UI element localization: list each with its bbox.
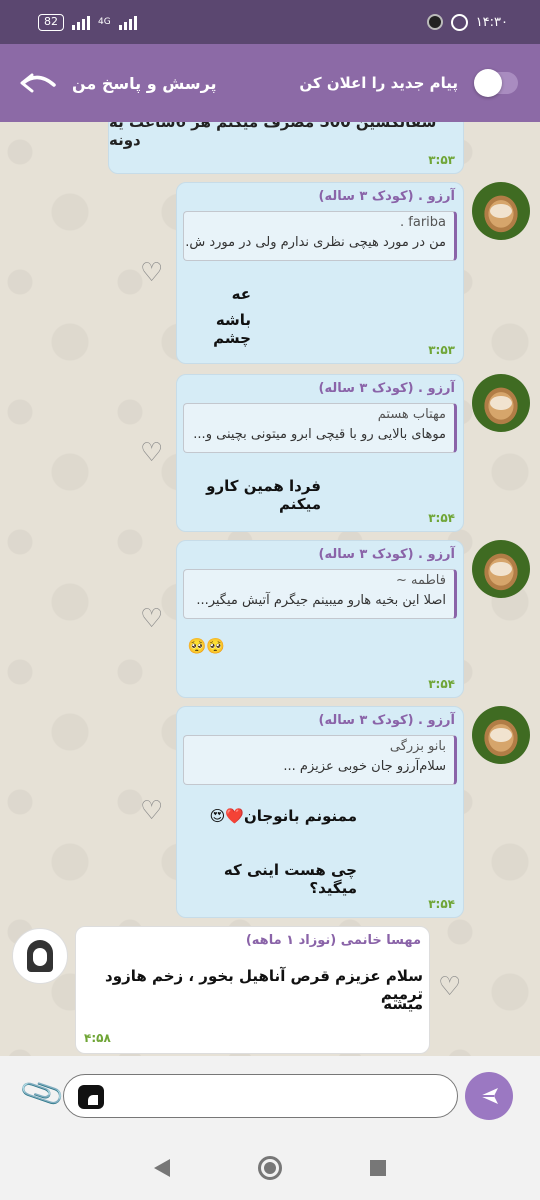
message-bubble[interactable]: آرزو . (کودک ۳ ساله) بانو بزرگی سلام‌آرز… bbox=[176, 706, 464, 918]
status-left: 82 4G bbox=[38, 13, 137, 31]
app-bar: پرسش و پاسخ من پیام جدید را اعلان کن bbox=[0, 44, 540, 122]
send-icon bbox=[480, 1088, 498, 1104]
heart-icon[interactable]: ♡ bbox=[140, 260, 163, 286]
notify-toggle[interactable] bbox=[474, 69, 518, 97]
message-input[interactable] bbox=[63, 1074, 458, 1118]
message-text: 🥺🥺 bbox=[187, 637, 225, 655]
attach-icon[interactable]: 📎 bbox=[18, 1069, 68, 1118]
message-time: ۳:۵۴ bbox=[428, 897, 455, 911]
app-bar-left: پرسش و پاسخ من bbox=[20, 71, 217, 95]
input-bar: 📎 bbox=[0, 1056, 540, 1136]
message-text: سفالکسین 500 مصرف میکنم هر 6ساعت یه دونه bbox=[109, 122, 437, 149]
message-time: ۳:۵۴ bbox=[428, 511, 455, 525]
reply-quote[interactable]: fariba . من در مورد هیچی نظری ندارم ولی … bbox=[183, 211, 457, 261]
app-bar-right: پیام جدید را اعلان کن bbox=[299, 69, 518, 97]
message-bubble[interactable]: مهسا خانمی (نوزاد ۱ ماهه) سلام عزیزم قرص… bbox=[75, 926, 430, 1054]
message-time: ۳:۵۳ bbox=[428, 153, 455, 167]
reply-author: فاطمه ~ bbox=[395, 573, 446, 588]
message-text: چی هست اینی که میگید؟ bbox=[223, 861, 357, 897]
alarm-icon bbox=[450, 13, 468, 31]
reply-quote[interactable]: بانو بزرگی سلام‌آرزو جان خوبی عزیزم ... bbox=[183, 735, 457, 785]
reply-quote[interactable]: فاطمه ~ اصلا این بخیه هارو میبینم جیگرم … bbox=[183, 569, 457, 619]
message-time: ۳:۵۴ bbox=[428, 677, 455, 691]
reply-author: مهتاب هستم bbox=[377, 407, 446, 422]
message-text: سلام عزیزم قرص آناهیل بخور ، زخم هازود ت… bbox=[105, 967, 423, 1003]
chat-area[interactable]: سفالکسین 500 مصرف میکنم هر 6ساعت یه دونه… bbox=[0, 122, 540, 1056]
back-nav-icon[interactable] bbox=[154, 1159, 170, 1177]
signal-icon bbox=[72, 14, 90, 30]
status-bar: 82 4G ۱۴:۳۰ bbox=[0, 0, 540, 44]
avatar[interactable] bbox=[12, 928, 68, 984]
user-avatar-icon bbox=[27, 940, 53, 972]
send-button[interactable] bbox=[465, 1072, 513, 1120]
status-right: ۱۴:۳۰ bbox=[426, 13, 508, 31]
reply-text: اصلا این بخیه هارو میبینم جیگرم آتیش میگ… bbox=[196, 593, 446, 608]
message-text: میشه bbox=[383, 995, 423, 1013]
heart-icon[interactable]: ♡ bbox=[438, 974, 461, 1000]
sticker-icon[interactable] bbox=[78, 1085, 104, 1109]
message-time: ۳:۵۳ bbox=[428, 343, 455, 357]
notification-dot-icon bbox=[426, 14, 443, 30]
notify-label: پیام جدید را اعلان کن bbox=[299, 74, 458, 92]
avatar[interactable] bbox=[472, 706, 530, 764]
reply-text: موهای بالایی رو با قیچی ابرو میتونی بچین… bbox=[193, 427, 446, 442]
signal-icon-2 bbox=[118, 14, 137, 30]
battery-indicator: 82 bbox=[38, 13, 64, 31]
message-bubble[interactable]: آرزو . (کودک ۳ ساله) fariba . من در مورد… bbox=[176, 182, 464, 364]
reply-text: سلام‌آرزو جان خوبی عزیزم ... bbox=[283, 759, 446, 774]
message-bubble[interactable]: سفالکسین 500 مصرف میکنم هر 6ساعت یه دونه… bbox=[108, 122, 464, 174]
message-bubble[interactable]: آرزو . (کودک ۳ ساله) مهتاب هستم موهای با… bbox=[176, 374, 464, 532]
page-title: پرسش و پاسخ من bbox=[72, 73, 217, 93]
reply-author: fariba . bbox=[400, 215, 446, 230]
avatar[interactable] bbox=[472, 540, 530, 598]
sender-name: مهسا خانمی (نوزاد ۱ ماهه) bbox=[245, 933, 421, 948]
sender-name: آرزو . (کودک ۳ ساله) bbox=[318, 713, 456, 728]
toggle-knob bbox=[474, 69, 502, 97]
avatar[interactable] bbox=[472, 182, 530, 240]
message-bubble[interactable]: آرزو . (کودک ۳ ساله) فاطمه ~ اصلا این بخ… bbox=[176, 540, 464, 698]
sender-name: آرزو . (کودک ۳ ساله) bbox=[318, 189, 456, 204]
heart-icon[interactable]: ♡ bbox=[140, 606, 163, 632]
sender-name: آرزو . (کودک ۳ ساله) bbox=[318, 381, 456, 396]
avatar[interactable] bbox=[472, 374, 530, 432]
recent-apps-icon[interactable] bbox=[370, 1160, 386, 1176]
message-text: باشه چشم bbox=[213, 311, 251, 347]
message-text: عه bbox=[231, 285, 251, 303]
reply-text: من در مورد هیچی نظری ندارم ولی در مورد ش… bbox=[183, 235, 446, 250]
heart-icon[interactable]: ♡ bbox=[140, 440, 163, 466]
reply-quote[interactable]: مهتاب هستم موهای بالایی رو با قیچی ابرو … bbox=[183, 403, 457, 453]
heart-icon[interactable]: ♡ bbox=[140, 798, 163, 824]
system-nav-bar bbox=[0, 1136, 540, 1200]
sender-name: آرزو . (کودک ۳ ساله) bbox=[318, 547, 456, 562]
reply-author: بانو بزرگی bbox=[389, 739, 446, 754]
network-type: 4G bbox=[98, 17, 111, 27]
home-nav-icon[interactable] bbox=[258, 1156, 282, 1180]
message-time: ۴:۵۸ bbox=[84, 1031, 111, 1045]
back-arrow-icon[interactable] bbox=[20, 71, 56, 95]
message-text: فردا همین کارو میکنم bbox=[206, 477, 321, 513]
clock: ۱۴:۳۰ bbox=[475, 14, 508, 30]
message-text: ممنونم بانوجان❤️😍 bbox=[209, 807, 357, 825]
